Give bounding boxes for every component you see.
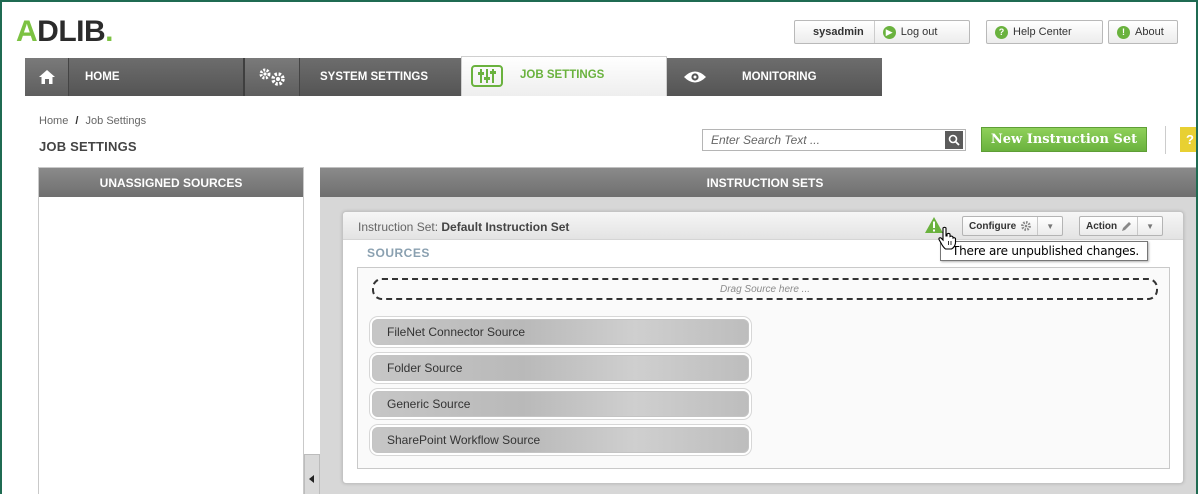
source-item-generic[interactable]: Generic Source — [372, 391, 749, 417]
sliders-icon — [471, 65, 503, 87]
help-center-button[interactable]: ? Help Center — [986, 20, 1103, 44]
chevron-down-icon[interactable]: ▼ — [1037, 217, 1062, 235]
new-instruction-set-button[interactable]: New Instruction Set — [981, 127, 1147, 152]
logo-dot: . — [105, 15, 114, 48]
instruction-set-prefix: Instruction Set: — [358, 220, 439, 234]
help-button[interactable]: ? — [1180, 127, 1196, 152]
configure-button[interactable]: Configure ▼ — [962, 216, 1064, 236]
about-label: About — [1135, 26, 1164, 38]
search-input[interactable] — [703, 130, 945, 150]
action-label: Action — [1086, 220, 1118, 232]
unassigned-sources-panel: UNASSIGNED SOURCES — [38, 167, 304, 494]
user-logout-group: sysadmin ▶ Log out — [794, 20, 970, 44]
search-box — [702, 129, 966, 151]
adlib-logo: A DLIB. — [16, 15, 114, 48]
nav-job-settings-label: JOB SETTINGS — [520, 69, 605, 81]
gear-icon — [1021, 221, 1032, 231]
page-title: JOB SETTINGS — [39, 139, 137, 154]
gears-icon — [259, 68, 285, 86]
breadcrumb-separator: / — [75, 115, 79, 127]
help-center-label: Help Center — [1013, 26, 1072, 38]
nav-home-label: HOME — [85, 71, 120, 83]
caret-left-icon — [309, 475, 314, 483]
unassigned-sources-header: UNASSIGNED SOURCES — [39, 168, 303, 197]
nav-system-settings[interactable]: SYSTEM SETTINGS — [320, 58, 428, 96]
pencil-icon — [1122, 221, 1132, 231]
nav-job-settings[interactable]: JOB SETTINGS — [461, 56, 667, 96]
logout-button[interactable]: ▶ Log out — [875, 25, 946, 39]
instruction-set-title: Instruction Set: Default Instruction Set — [358, 220, 569, 234]
unpublished-changes-tooltip: There are unpublished changes. — [940, 241, 1148, 261]
home-icon — [38, 70, 55, 84]
breadcrumb-current: Job Settings — [85, 115, 147, 127]
eye-icon — [683, 71, 706, 83]
nav-monitoring-label: MONITORING — [742, 71, 817, 83]
main-nav: HOME SYSTEM SETTINGS MONITORING — [25, 58, 882, 96]
arrow-right-icon: ▶ — [882, 25, 896, 39]
source-item-sharepoint[interactable]: SharePoint Workflow Source — [372, 427, 749, 453]
breadcrumb-home[interactable]: Home — [39, 115, 68, 127]
search-button[interactable] — [945, 131, 963, 149]
home-icon-box[interactable] — [25, 58, 69, 96]
eye-icon-box[interactable] — [667, 58, 722, 96]
toolbar-divider — [1165, 126, 1166, 154]
collapse-panel-toggle[interactable] — [304, 454, 320, 494]
instruction-sets-header: INSTRUCTION SETS — [320, 168, 1196, 197]
instruction-set-name: Default Instruction Set — [441, 220, 570, 234]
username: sysadmin — [795, 21, 875, 43]
app-frame: A DLIB. sysadmin ▶ Log out ? Help Center … — [0, 0, 1198, 494]
chevron-down-icon[interactable]: ▼ — [1137, 217, 1162, 235]
about-button[interactable]: ! About — [1108, 20, 1178, 44]
sliders-glyph — [478, 69, 496, 83]
source-item-folder[interactable]: Folder Source — [372, 355, 749, 381]
nav-home[interactable]: HOME — [85, 58, 120, 96]
search-icon — [948, 134, 960, 146]
configure-label: Configure — [969, 220, 1017, 232]
nav-monitoring[interactable]: MONITORING — [742, 58, 817, 96]
source-drop-zone[interactable]: Drag Source here ... — [372, 278, 1158, 300]
logo-letter-a: A — [16, 15, 38, 48]
sources-container: Drag Source here ... FileNet Connector S… — [357, 267, 1170, 469]
sources-label: SOURCES — [367, 246, 430, 260]
hand-cursor-icon — [938, 226, 957, 250]
gears-icon-box[interactable] — [245, 58, 300, 96]
nav-system-settings-label: SYSTEM SETTINGS — [320, 71, 428, 83]
breadcrumb: Home / Job Settings — [39, 115, 146, 127]
action-button[interactable]: Action ▼ — [1079, 216, 1164, 236]
info-icon: ! — [1117, 25, 1130, 39]
logo-text: DLIB — [37, 15, 106, 48]
question-icon: ? — [995, 25, 1008, 39]
instruction-set-header: Instruction Set: Default Instruction Set… — [343, 212, 1183, 240]
source-item-filenet[interactable]: FileNet Connector Source — [372, 319, 749, 345]
logout-label: Log out — [900, 26, 938, 38]
